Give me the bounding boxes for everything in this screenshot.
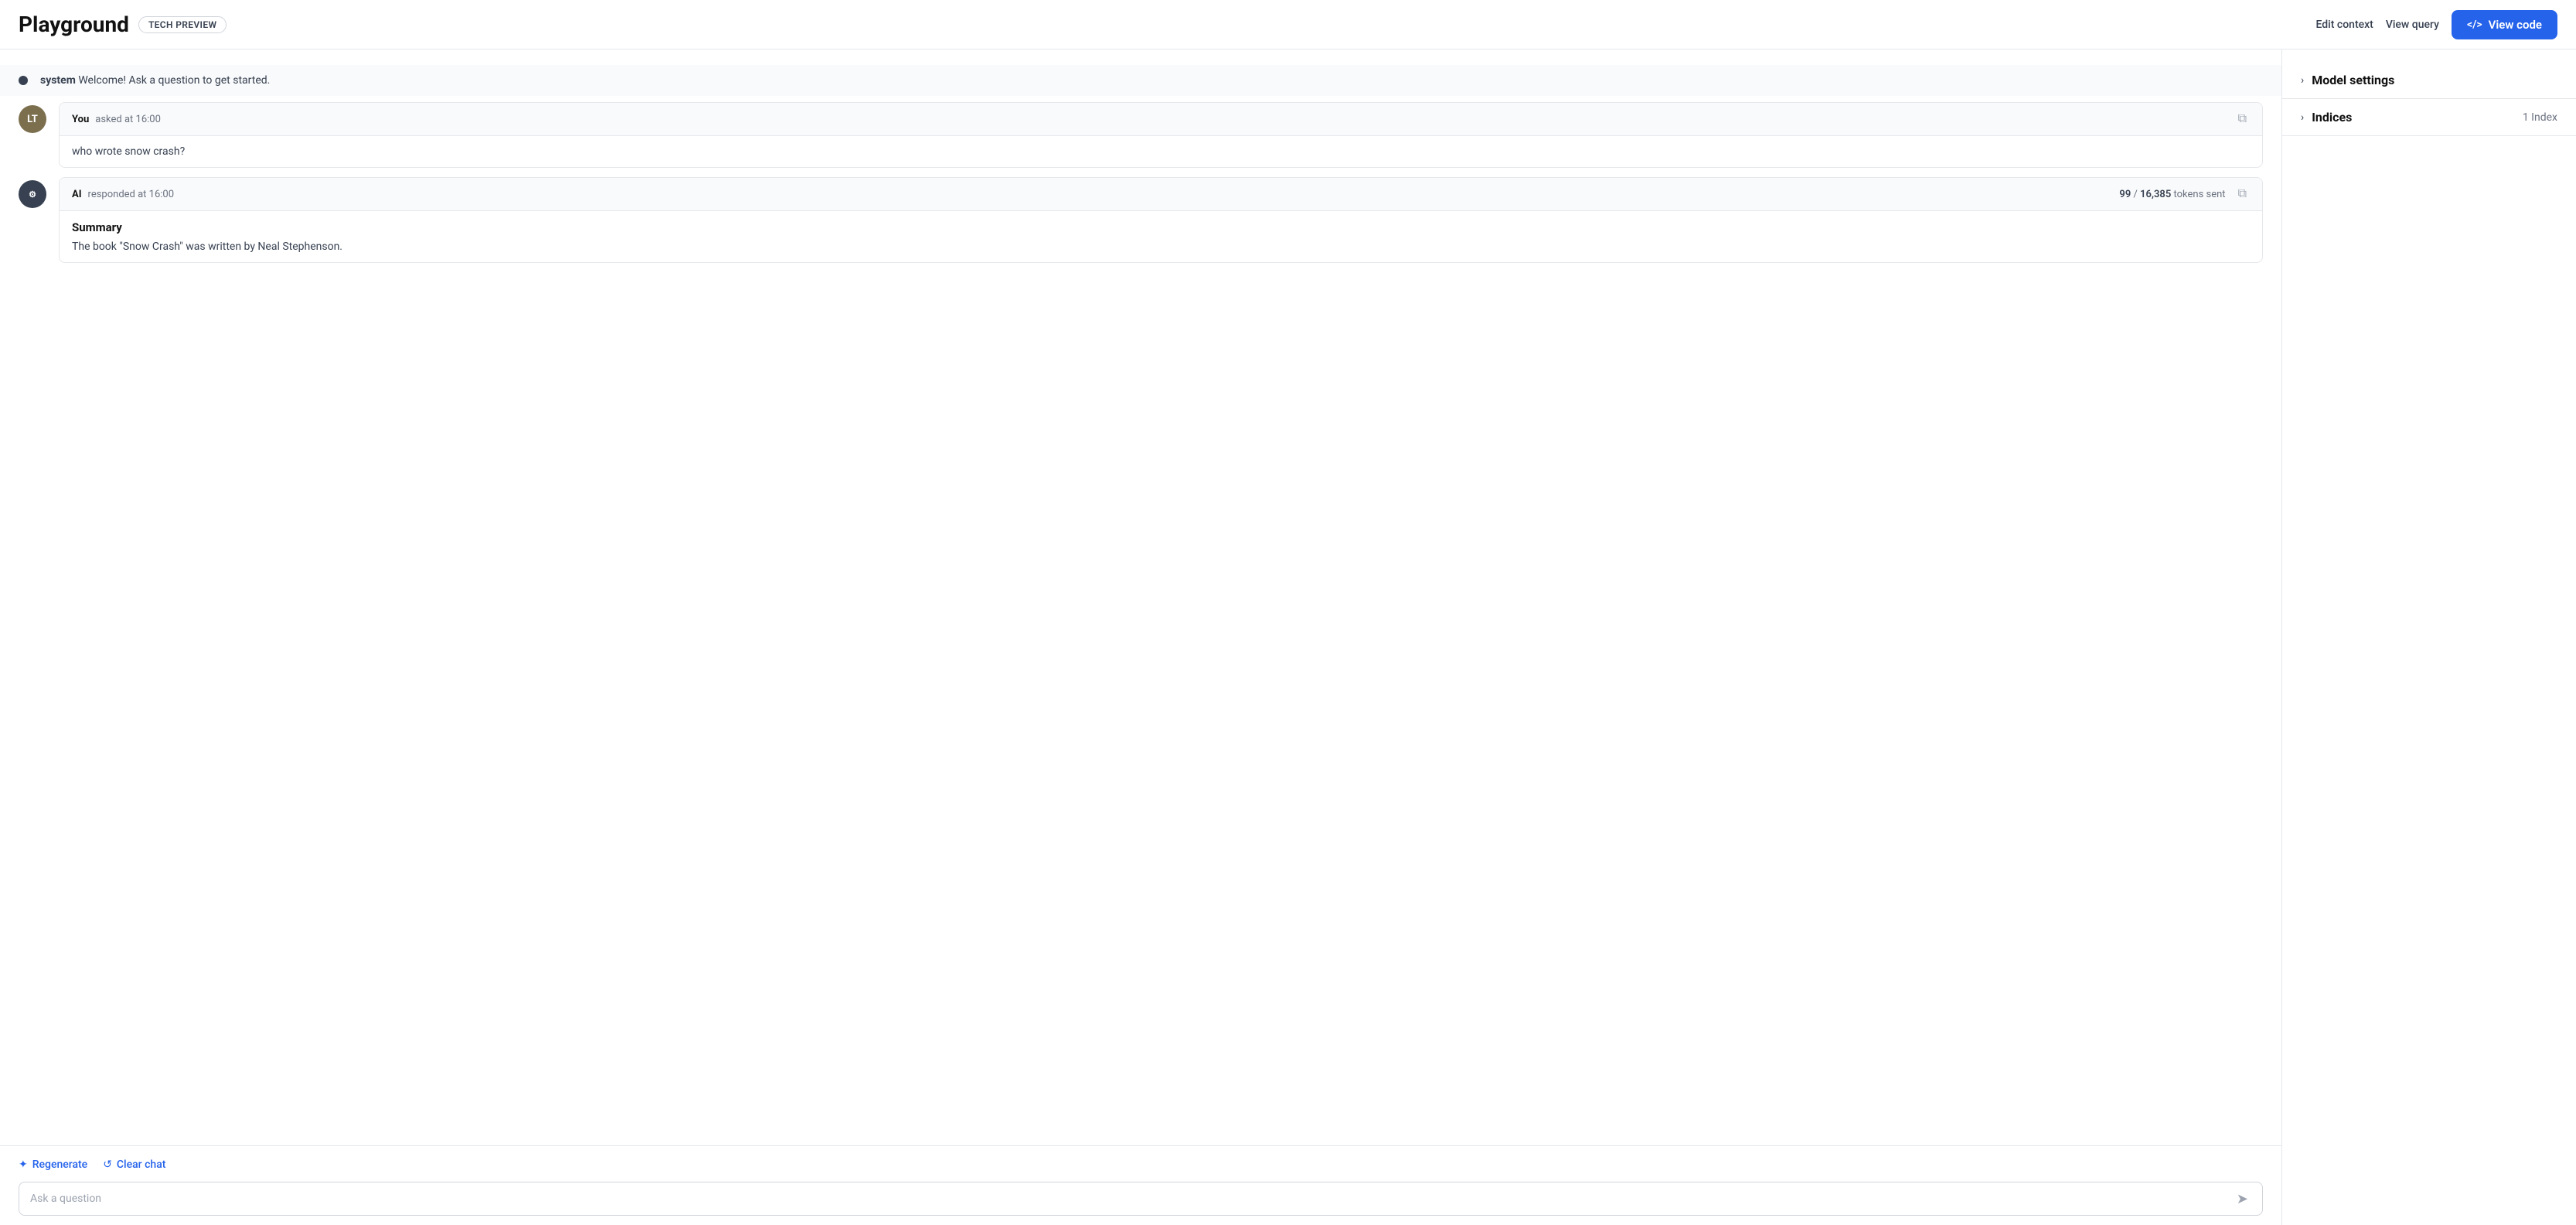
system-message-row: system Welcome! Ask a question to get st… [0,65,2281,96]
indices-badge: 1 Index [2523,111,2557,124]
model-settings-section: › Model settings [2282,62,2576,99]
clear-chat-button[interactable]: ↺ Clear chat [103,1155,165,1174]
header: Playground TECH PREVIEW Edit context Vie… [0,0,2576,49]
tokens-sent-label: tokens sent [2174,189,2226,200]
header-left: Playground TECH PREVIEW [19,12,227,37]
user-message-body: who wrote snow crash? [60,136,2262,167]
ai-message-copy-button[interactable]: ⧉ [2235,186,2250,203]
ai-avatar: ⚙ [19,180,46,208]
token-info: 99 / 16,385 tokens sent [2119,189,2225,200]
ai-message-header-right: 99 / 16,385 tokens sent ⧉ [2119,186,2250,203]
right-sidebar: › Model settings › Indices 1 Index [2282,49,2576,1225]
indices-section: › Indices 1 Index [2282,99,2576,136]
main-layout: system Welcome! Ask a question to get st… [0,49,2576,1225]
chat-actions: ✦ Regenerate ↺ Clear chat [19,1155,2263,1174]
ai-message-header-left: AI responded at 16:00 [72,189,174,200]
view-query-button[interactable]: View query [2386,19,2439,31]
system-message-content: Welcome! Ask a question to get started. [78,74,270,87]
chat-input[interactable] [30,1193,2234,1205]
user-message-time-value: asked at 16:00 [95,114,161,125]
model-settings-title: Model settings [2312,73,2394,87]
view-code-button[interactable]: </> View code [2452,10,2557,39]
model-settings-chevron-icon: › [2301,74,2304,87]
ai-message-text: The book "Snow Crash" was written by Nea… [72,241,342,253]
ai-message-body: Summary The book "Snow Crash" was writte… [60,211,2262,262]
edit-context-button[interactable]: Edit context [2316,19,2373,31]
model-settings-left: › Model settings [2301,73,2394,87]
user-message-text: who wrote snow crash? [72,145,185,158]
user-message-header-left: You asked at 16:00 [72,114,161,125]
ai-message-bubble: AI responded at 16:00 99 / 16,385 tokens… [59,177,2263,263]
clear-chat-label: Clear chat [117,1158,165,1171]
ai-message-summary-title: Summary [72,220,2250,234]
indices-chevron-icon: › [2301,111,2304,124]
token-total: 16,385 [2140,189,2171,200]
view-code-label: View code [2489,18,2542,32]
chat-input-container: ➤ [19,1182,2263,1216]
chat-messages: system Welcome! Ask a question to get st… [0,49,2281,1145]
ai-avatar-icon: ⚙ [29,189,36,200]
ai-message-time-value: responded at 16:00 [88,189,174,200]
system-dot-icon [19,76,28,85]
indices-header[interactable]: › Indices 1 Index [2282,99,2576,135]
indices-title: Indices [2312,110,2352,125]
token-separator: / [2134,189,2141,200]
code-icon: </> [2467,19,2482,31]
user-message-bubble: You asked at 16:00 ⧉ who wrote snow cras… [59,102,2263,168]
copy-icon: ⧉ [2238,112,2247,125]
model-settings-header[interactable]: › Model settings [2282,62,2576,98]
tech-preview-badge: TECH PREVIEW [138,16,227,33]
token-count: 99 [2119,189,2131,200]
chat-area: system Welcome! Ask a question to get st… [0,49,2282,1225]
user-avatar: LT [19,105,46,133]
user-avatar-initials: LT [27,114,38,125]
indices-left: › Indices [2301,110,2352,125]
system-sender: system [40,74,76,87]
user-message-header: You asked at 16:00 ⧉ [60,103,2262,136]
send-button[interactable]: ➤ [2234,1190,2251,1207]
sparkle-icon: ✦ [19,1158,28,1171]
regenerate-button[interactable]: ✦ Regenerate [19,1155,87,1174]
chat-footer: ✦ Regenerate ↺ Clear chat ➤ [0,1145,2281,1225]
user-message-copy-button[interactable]: ⧉ [2235,111,2250,128]
copy-icon-2: ⧉ [2238,187,2247,200]
ai-message-row: ⚙ AI responded at 16:00 99 / [0,177,2281,263]
refresh-icon: ↺ [103,1158,112,1171]
send-icon: ➤ [2237,1191,2248,1206]
regenerate-label: Regenerate [32,1158,87,1171]
system-message-text: system Welcome! Ask a question to get st… [40,74,270,87]
page-title: Playground [19,12,129,37]
ai-message-header: AI responded at 16:00 99 / 16,385 tokens… [60,178,2262,211]
header-right: Edit context View query </> View code [2316,10,2557,39]
ai-message-sender: AI [72,189,82,200]
user-message-sender: You [72,114,89,125]
user-message-row: LT You asked at 16:00 ⧉ who [0,102,2281,168]
